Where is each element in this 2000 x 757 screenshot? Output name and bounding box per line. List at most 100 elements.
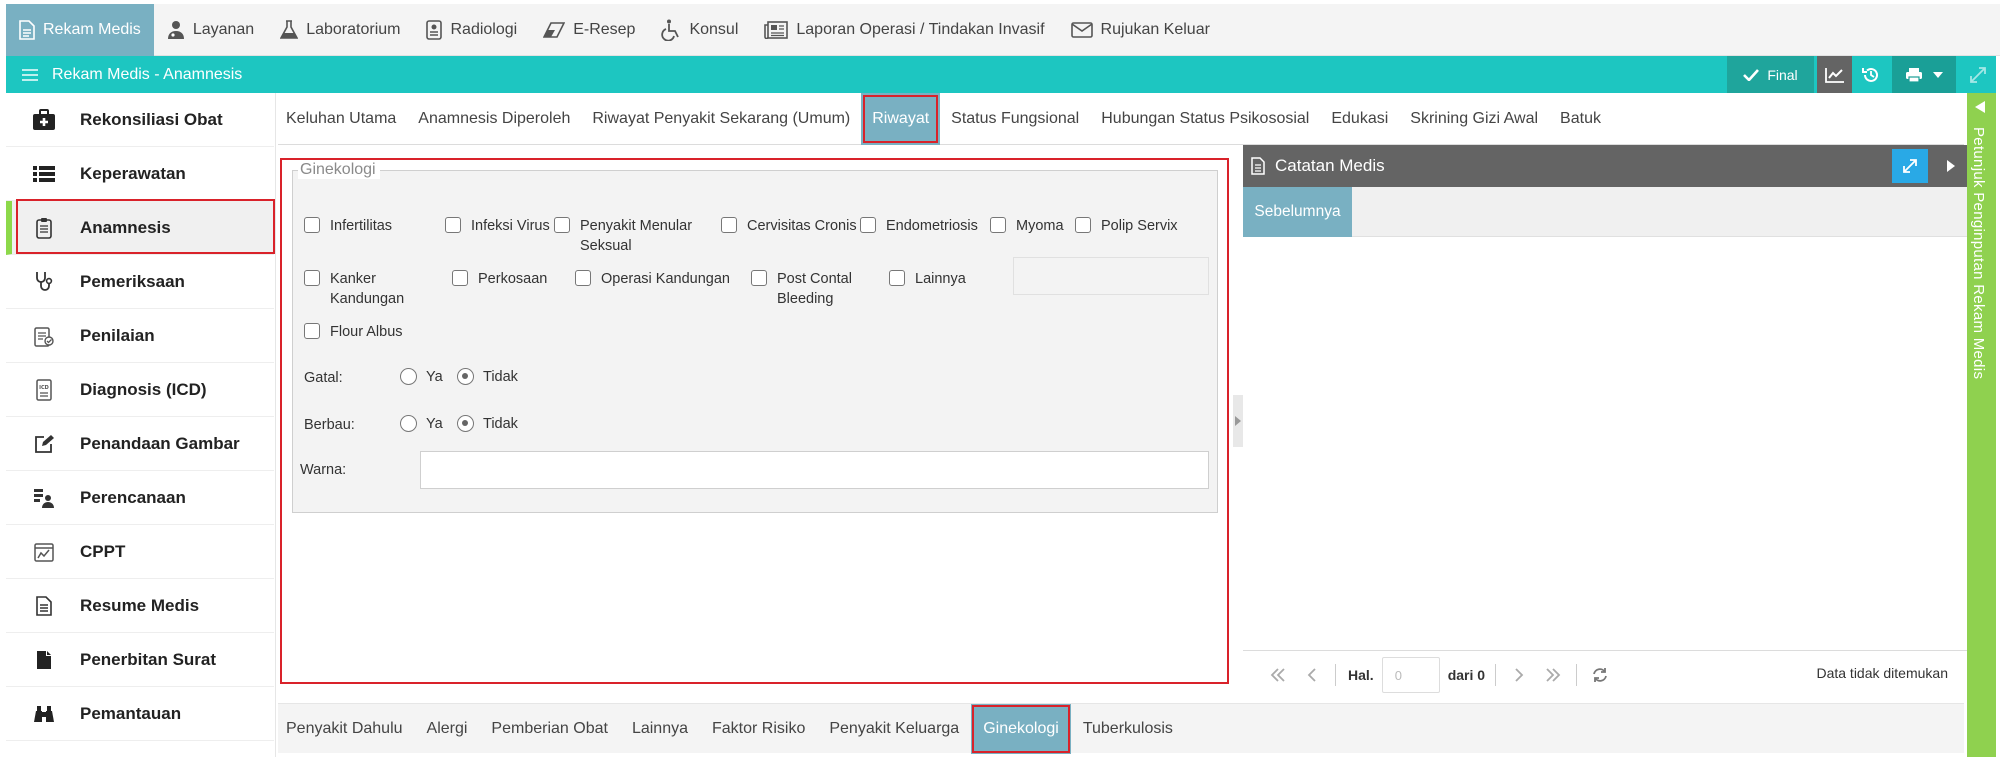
fullscreen-button[interactable] bbox=[1960, 56, 1996, 93]
checkbox-box[interactable] bbox=[554, 217, 570, 233]
topnav-label: Rujukan Keluar bbox=[1100, 20, 1210, 38]
label-line-2: Kandungan bbox=[330, 291, 405, 307]
tab-edukasi[interactable]: Edukasi bbox=[1320, 93, 1399, 145]
checkbox-label: Flour Albus bbox=[330, 324, 403, 340]
checkbox-box[interactable] bbox=[575, 270, 591, 286]
sidebar-item-anamnesis[interactable]: Anamnesis bbox=[6, 201, 274, 255]
panel-splitter[interactable] bbox=[1233, 395, 1243, 447]
radio-gatal-tidak[interactable]: Tidak bbox=[457, 368, 518, 385]
subtab-pemberian-obat[interactable]: Pemberian Obat bbox=[479, 704, 620, 754]
checkbox-box[interactable] bbox=[889, 270, 905, 286]
first-page-button[interactable] bbox=[1261, 658, 1295, 692]
checkbox-flour-albus[interactable]: Flour Albus bbox=[304, 322, 403, 342]
subtab-tuberkulosis[interactable]: Tuberkulosis bbox=[1071, 704, 1185, 754]
topnav-rekam-medis[interactable]: Rekam Medis bbox=[6, 3, 154, 56]
topnav-layanan[interactable]: Layanan bbox=[154, 4, 267, 56]
warna-input[interactable] bbox=[420, 451, 1209, 489]
print-button[interactable] bbox=[1892, 56, 1956, 93]
topnav-radiologi[interactable]: Radiologi bbox=[413, 4, 530, 56]
tab-keluhan-utama[interactable]: Keluhan Utama bbox=[278, 93, 407, 145]
petunjuk-side-panel[interactable]: Petunjuk Penginputan Rekam Medis bbox=[1967, 93, 1996, 757]
last-page-button[interactable] bbox=[1536, 658, 1570, 692]
checkbox-box[interactable] bbox=[751, 270, 767, 286]
sidebar-item-keperawatan[interactable]: Keperawatan bbox=[6, 147, 274, 201]
topnav-e-resep[interactable]: E-Resep bbox=[530, 4, 648, 56]
tab-anamnesis-diperoleh[interactable]: Anamnesis Diperoleh bbox=[407, 93, 581, 145]
checkbox-box[interactable] bbox=[445, 217, 461, 233]
radio-berbau-ya[interactable]: Ya bbox=[400, 415, 443, 432]
doctor-icon bbox=[167, 20, 184, 39]
sidebar-item-cppt[interactable]: CPPT bbox=[6, 525, 274, 579]
sidebar-item-pemantauan[interactable]: Pemantauan bbox=[6, 687, 274, 741]
topnav-konsul[interactable]: Konsul bbox=[648, 4, 751, 56]
radio-berbau-tidak[interactable]: Tidak bbox=[457, 415, 518, 432]
refresh-button[interactable] bbox=[1583, 658, 1617, 692]
catatan-expand-button[interactable] bbox=[1892, 149, 1928, 183]
topnav-laporan-operasi[interactable]: Laporan Operasi / Tindakan Invasif bbox=[751, 4, 1057, 56]
sidebar-item-perencanaan[interactable]: Perencanaan bbox=[6, 471, 274, 525]
checkbox-infertilitas[interactable]: Infertilitas bbox=[304, 216, 392, 236]
tab-skrining-gizi-awal[interactable]: Skrining Gizi Awal bbox=[1399, 93, 1549, 145]
sidebar-item-penerbitan-surat[interactable]: Penerbitan Surat bbox=[6, 633, 274, 687]
checkbox-cervisitas-cronis[interactable]: Cervisitas Cronis bbox=[721, 216, 857, 236]
checkbox-perkosaan[interactable]: Perkosaan bbox=[452, 269, 547, 289]
warna-label: Warna: bbox=[300, 462, 347, 478]
page-number-input[interactable]: 0 bbox=[1381, 657, 1440, 693]
subtab-faktor-risiko[interactable]: Faktor Risiko bbox=[700, 704, 817, 754]
checkbox-penyakit-menular-seksual[interactable]: Penyakit Menular Seksual bbox=[554, 216, 692, 256]
sidebar-item-diagnosis-icd[interactable]: ICD Diagnosis (ICD) bbox=[6, 363, 274, 417]
history-button[interactable] bbox=[1852, 56, 1889, 93]
radio-dot[interactable] bbox=[400, 415, 417, 432]
sidebar-item-rekonsiliasi-obat[interactable]: Rekonsiliasi Obat bbox=[6, 93, 274, 147]
sidebar-item-label: Penandaan Gambar bbox=[80, 433, 240, 453]
checkbox-infeksi-virus[interactable]: Infeksi Virus bbox=[445, 216, 550, 236]
subtab-ginekologi[interactable]: Ginekologi bbox=[971, 703, 1071, 754]
checkbox-operasi-kandungan[interactable]: Operasi Kandungan bbox=[575, 269, 730, 289]
checkbox-endometriosis[interactable]: Endometriosis bbox=[860, 216, 978, 236]
topnav-label: Laporan Operasi / Tindakan Invasif bbox=[796, 20, 1045, 38]
tab-hubungan-status-psikososial[interactable]: Hubungan Status Psikososial bbox=[1090, 93, 1320, 145]
checkbox-box[interactable] bbox=[860, 217, 876, 233]
catatan-title: Catatan Medis bbox=[1275, 156, 1385, 175]
sidebar-item-penandaan-gambar[interactable]: Penandaan Gambar bbox=[6, 417, 274, 471]
checkbox-box[interactable] bbox=[304, 270, 320, 286]
tab-status-fungsional[interactable]: Status Fungsional bbox=[940, 93, 1090, 145]
catatan-collapse-button[interactable] bbox=[1941, 153, 1961, 179]
menu-icon[interactable] bbox=[22, 68, 38, 82]
tab-riwayat[interactable]: Riwayat bbox=[861, 92, 941, 145]
subtab-lainnya[interactable]: Lainnya bbox=[620, 704, 700, 754]
tab-riwayat-penyakit-sekarang[interactable]: Riwayat Penyakit Sekarang (Umum) bbox=[581, 93, 861, 145]
checkbox-box[interactable] bbox=[1075, 217, 1091, 233]
sidebar-item-penilaian[interactable]: Penilaian bbox=[6, 309, 274, 363]
topnav-rujukan-keluar[interactable]: Rujukan Keluar bbox=[1058, 4, 1223, 56]
sidebar-item-pemeriksaan[interactable]: Pemeriksaan bbox=[6, 255, 274, 309]
checkbox-box[interactable] bbox=[304, 217, 320, 233]
chart-button[interactable] bbox=[1817, 56, 1852, 93]
final-button[interactable]: Final bbox=[1727, 56, 1814, 93]
tab-batuk[interactable]: Batuk bbox=[1549, 93, 1612, 145]
checkbox-polip-servix[interactable]: Polip Servix bbox=[1075, 216, 1178, 236]
checkbox-lainnya[interactable]: Lainnya bbox=[889, 269, 966, 289]
radio-gatal-ya[interactable]: Ya bbox=[400, 368, 443, 385]
subtab-alergi[interactable]: Alergi bbox=[415, 704, 480, 754]
lainnya-input[interactable] bbox=[1013, 257, 1209, 295]
checkbox-box[interactable] bbox=[990, 217, 1006, 233]
prev-page-button[interactable] bbox=[1295, 658, 1329, 692]
subtab-penyakit-keluarga[interactable]: Penyakit Keluarga bbox=[817, 704, 971, 754]
checkbox-box[interactable] bbox=[304, 323, 320, 339]
checkbox-kanker-kandungan[interactable]: Kanker Kandungan bbox=[304, 269, 404, 309]
pager-separator bbox=[1576, 664, 1578, 686]
topnav-laboratorium[interactable]: Laboratorium bbox=[267, 4, 413, 56]
checkbox-post-contal-bleeding[interactable]: Post Contal Bleeding bbox=[751, 269, 852, 309]
sidebar-item-label: Pemeriksaan bbox=[80, 271, 185, 291]
subtab-penyakit-dahulu[interactable]: Penyakit Dahulu bbox=[278, 704, 415, 754]
radio-dot[interactable] bbox=[457, 415, 474, 432]
radio-dot[interactable] bbox=[400, 368, 417, 385]
next-page-button[interactable] bbox=[1502, 658, 1536, 692]
radio-dot[interactable] bbox=[457, 368, 474, 385]
checkbox-box[interactable] bbox=[452, 270, 468, 286]
sidebar-item-resume-medis[interactable]: Resume Medis bbox=[6, 579, 274, 633]
checkbox-myoma[interactable]: Myoma bbox=[990, 216, 1064, 236]
tab-sebelumnya[interactable]: Sebelumnya bbox=[1243, 187, 1352, 237]
checkbox-box[interactable] bbox=[721, 217, 737, 233]
